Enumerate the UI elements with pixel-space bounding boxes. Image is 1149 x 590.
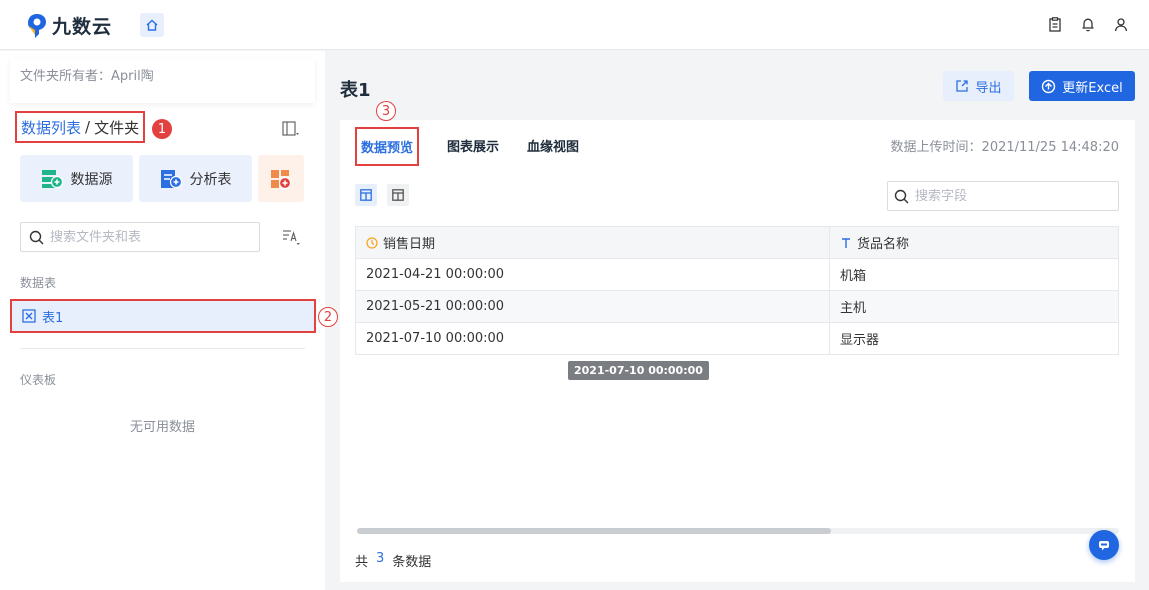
create-datasource-button[interactable]: 数据源 — [20, 155, 133, 202]
row-count-suffix: 条数据 — [392, 555, 432, 570]
refresh-icon — [1042, 79, 1056, 93]
row-count-prefix: 共 — [355, 555, 369, 570]
table-item-label: 表1 — [42, 310, 64, 326]
tab-chart-display[interactable]: 图表展示 — [447, 136, 499, 157]
table-cell[interactable]: 显示器 — [829, 322, 1119, 355]
update-excel-button[interactable]: 更新Excel — [1029, 71, 1135, 101]
logo[interactable]: 九数云 — [26, 12, 112, 39]
data-panel: 3 数据预览 图表展示 血缘视图 数据上传时间：2021/11/25 14:48… — [340, 101, 1135, 582]
top-bar: 九数云 — [0, 0, 1149, 50]
annotation-badge-2: 2 — [318, 307, 338, 327]
clock-icon — [366, 236, 378, 249]
tab-bar: 数据预览 图表展示 血缘视图 — [355, 126, 579, 166]
annotation-badge-1: 1 — [152, 119, 172, 139]
breadcrumb-root[interactable]: 数据列表 — [21, 117, 81, 138]
chat-icon — [1099, 541, 1109, 551]
field-search-box — [887, 181, 1119, 211]
layout-toggle-icon[interactable] — [281, 119, 301, 139]
horizontal-scrollbar[interactable] — [357, 528, 1119, 534]
breadcrumb-current: 文件夹 — [94, 118, 140, 137]
column-header-date[interactable]: 销售日期 — [355, 226, 830, 259]
bell-icon[interactable] — [1079, 16, 1096, 33]
section-tables-label: 数据表 — [20, 276, 57, 290]
row-count: 共 3 条数据 — [355, 551, 431, 570]
table-row: 2021-07-10 00:00:00 显示器 — [355, 322, 1119, 355]
home-icon — [146, 19, 158, 31]
column-header-product-label: 货品名称 — [857, 237, 910, 252]
folder-search-input[interactable] — [50, 229, 250, 245]
user-icon[interactable] — [1112, 16, 1129, 33]
tab-lineage-view[interactable]: 血缘视图 — [527, 136, 579, 157]
section-dashboards-label: 仪表板 — [20, 373, 57, 387]
data-table: 销售日期 货品名称 2021-04-21 00:00:00 机箱 2021-05… — [355, 226, 1119, 355]
create-analysis-table-button[interactable]: 分析表 — [139, 155, 252, 202]
divider — [20, 348, 305, 349]
excel-table-icon — [22, 309, 36, 323]
row-count-number: 3 — [376, 551, 385, 566]
table-header-row: 销售日期 货品名称 — [355, 226, 1119, 259]
table-row: 2021-05-21 00:00:00 主机 — [355, 290, 1119, 323]
help-chat-button[interactable] — [1089, 530, 1119, 560]
annotation-badge-3: 3 — [376, 101, 396, 121]
export-label: 导出 — [975, 80, 1002, 96]
logo-icon — [28, 13, 46, 38]
table-cell[interactable]: 2021-04-21 00:00:00 — [355, 258, 830, 291]
home-button[interactable] — [140, 13, 164, 37]
upload-time: 数据上传时间：2021/11/25 14:48:20 — [890, 140, 1119, 155]
cell-tooltip: 2021-07-10 00:00:00 — [568, 361, 709, 380]
scrollbar-thumb[interactable] — [357, 528, 831, 534]
column-header-date-label: 销售日期 — [383, 237, 436, 252]
table-cell[interactable]: 2021-05-21 00:00:00 — [355, 290, 830, 323]
folder-search-box — [20, 222, 260, 252]
table-cell[interactable]: 主机 — [829, 290, 1119, 323]
tab-data-preview[interactable]: 数据预览 — [355, 126, 420, 166]
table-item-selected[interactable]: 表1 — [10, 299, 316, 333]
sidebar: 文件夹所有者：April陶 数据列表 / 文件夹 1 数据源 分析表 搜索文件夹… — [0, 51, 338, 590]
sort-icon[interactable] — [281, 228, 301, 246]
table-row: 2021-04-21 00:00:00 机箱 — [355, 258, 1119, 291]
create-datasource-label: 数据源 — [70, 171, 113, 188]
datasource-icon — [41, 169, 63, 188]
text-type-icon — [842, 237, 850, 248]
table-cell[interactable]: 机箱 — [829, 258, 1119, 291]
search-icon — [894, 189, 909, 203]
table-view-icon[interactable] — [355, 184, 377, 206]
breadcrumb-separator: / — [85, 118, 91, 136]
create-dashboard-button[interactable] — [258, 155, 304, 202]
search-icon — [29, 230, 44, 244]
clipboard-icon[interactable] — [1046, 16, 1063, 33]
export-button[interactable]: 导出 — [943, 71, 1014, 101]
folder-owner: 文件夹所有者：April陶 — [10, 59, 315, 103]
table-cell[interactable]: 2021-07-10 00:00:00 — [355, 322, 830, 355]
logo-text: 九数云 — [52, 16, 113, 38]
dashboard-icon — [271, 169, 292, 189]
column-header-product[interactable]: 货品名称 — [829, 226, 1119, 259]
field-search-input[interactable] — [915, 188, 1105, 204]
column-view-icon[interactable] — [387, 184, 409, 206]
breadcrumb: 数据列表 / 文件夹 — [15, 111, 146, 143]
update-excel-label: 更新Excel — [1062, 80, 1123, 96]
export-icon — [956, 80, 969, 92]
create-analysis-table-label: 分析表 — [189, 171, 232, 188]
empty-state-text: 无可用数据 — [129, 420, 195, 435]
page-title: 表1 — [340, 80, 371, 101]
analysis-table-icon — [160, 169, 182, 188]
